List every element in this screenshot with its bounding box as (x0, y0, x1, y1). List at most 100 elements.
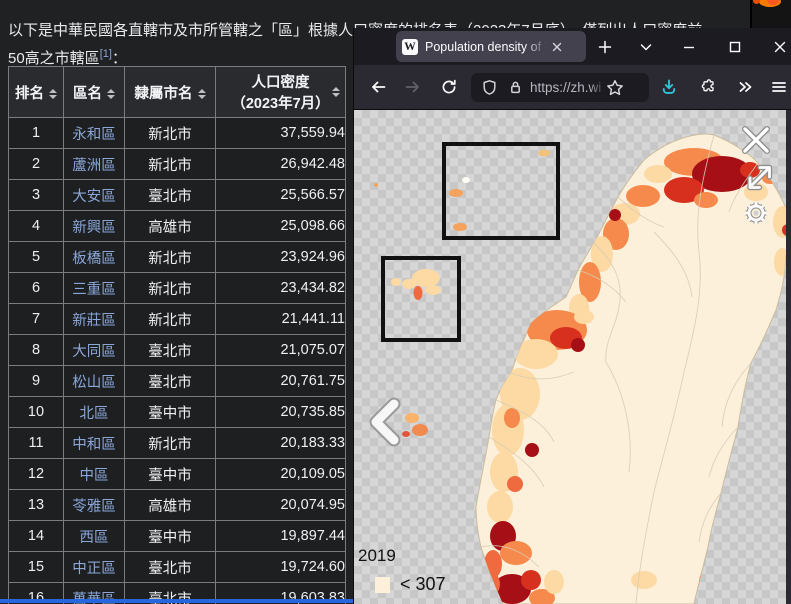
inset-box-kinmen-matsu (444, 144, 558, 238)
district-link[interactable]: 西區 (80, 530, 109, 546)
table-row: 14西區臺中市19,897.44 (9, 521, 346, 552)
taskbar-accent-line (0, 599, 357, 603)
city-cell: 新北市 (125, 428, 216, 459)
district-link[interactable]: 北區 (80, 406, 109, 422)
city-cell: 高雄市 (125, 211, 216, 242)
header-density[interactable]: 人口密度 （2023年7月） (216, 67, 346, 118)
table-row: 7 新莊區新北市21,441.11 (9, 304, 346, 335)
header-district[interactable]: 區名 (64, 67, 125, 118)
rank-cell: 10 (9, 397, 64, 428)
rank-cell: 13 (9, 490, 64, 521)
city-cell: 臺北市 (125, 335, 216, 366)
density-table-body: 1永和區新北市37,559.942蘆洲區新北市26,942.483大安區臺北市2… (9, 118, 346, 604)
map-settings-gear-icon[interactable] (746, 203, 767, 224)
table-row: 1永和區新北市37,559.94 (9, 118, 346, 149)
density-cell: 20,735.85 (216, 397, 346, 428)
legend-year: 2019 (358, 546, 396, 566)
wikipedia-favicon: W (402, 39, 418, 55)
density-ranking-table: 排名 區名 隸屬市名 人口密度 （2023年7月） 1永和區新北市37,559.… (8, 66, 346, 604)
vertical-scrollbar[interactable] (786, 110, 791, 604)
table-row: 5 板橋區新北市23,924.96 (9, 242, 346, 273)
district-link[interactable]: 中區 (80, 468, 109, 484)
district-link[interactable]: 松山區 (72, 375, 116, 391)
rank-cell: 5 (9, 242, 64, 273)
back-arrow-icon[interactable] (363, 72, 393, 102)
header-rank[interactable]: 排名 (9, 67, 64, 118)
download-icon[interactable] (654, 72, 684, 102)
intro-line2: 50高之市轄區 (8, 50, 100, 67)
district-link[interactable]: 中正區 (72, 561, 116, 577)
table-row: 10北區臺中市20,735.85 (9, 397, 346, 428)
district-link[interactable]: 大同區 (72, 344, 116, 360)
rank-cell: 2 (9, 149, 64, 180)
table-row: 8 大同區臺北市21,075.07 (9, 335, 346, 366)
intro-colon: ： (112, 50, 127, 67)
city-cell: 新北市 (125, 118, 216, 149)
reload-icon[interactable] (434, 72, 464, 102)
district-link[interactable]: 板橋區 (72, 251, 116, 267)
density-cell: 21,075.07 (216, 335, 346, 366)
density-cell: 19,724.60 (216, 552, 346, 583)
overflow-chevrons-icon[interactable] (730, 72, 760, 102)
city-cell: 新北市 (125, 149, 216, 180)
tab-list-chevron-icon[interactable] (632, 28, 660, 65)
forward-arrow-icon[interactable] (398, 72, 428, 102)
header-city[interactable]: 隸屬市名 (125, 67, 216, 118)
taiwan-density-map (354, 112, 786, 604)
rank-cell: 7 (9, 304, 64, 335)
lock-icon[interactable] (507, 79, 524, 96)
maximize-icon[interactable] (721, 28, 749, 65)
density-cell: 26,942.48 (216, 149, 346, 180)
city-cell: 新北市 (125, 242, 216, 273)
district-link[interactable]: 新莊區 (72, 313, 116, 329)
bookmark-star-icon[interactable] (606, 79, 624, 97)
city-cell: 新北市 (125, 273, 216, 304)
density-cell: 37,559.94 (216, 118, 346, 149)
table-row: 2 蘆洲區新北市26,942.48 (9, 149, 346, 180)
shield-icon[interactable] (481, 79, 498, 96)
table-row: 6三重區新北市23,434.82 (9, 273, 346, 304)
city-cell: 新北市 (125, 304, 216, 335)
table-row: 12中區臺中市20,109.05 (9, 459, 346, 490)
table-header-row: 排名 區名 隸屬市名 人口密度 （2023年7月） (9, 67, 346, 118)
rank-cell: 6 (9, 273, 64, 304)
table-row: 13苓雅區高雄市20,074.95 (9, 490, 346, 521)
district-link[interactable]: 蘆洲區 (72, 158, 116, 174)
hamburger-menu-icon[interactable] (764, 72, 791, 102)
rank-cell: 12 (9, 459, 64, 490)
extensions-puzzle-icon[interactable] (693, 72, 723, 102)
city-cell: 臺北市 (125, 552, 216, 583)
district-link[interactable]: 永和區 (72, 127, 116, 143)
rank-cell: 11 (9, 428, 64, 459)
rank-cell: 8 (9, 335, 64, 366)
rank-cell: 9 (9, 366, 64, 397)
district-link[interactable]: 新興區 (72, 220, 116, 236)
sort-icon (107, 89, 115, 99)
city-cell: 臺中市 (125, 459, 216, 490)
district-link[interactable]: 大安區 (72, 189, 116, 205)
url-bar[interactable]: https://zh.wi (471, 73, 649, 102)
density-cell: 21,441.11 (216, 304, 346, 335)
city-cell: 臺北市 (125, 366, 216, 397)
tab-close-icon[interactable] (549, 39, 565, 55)
reference-link[interactable]: [1] (100, 48, 112, 60)
district-link[interactable]: 中和區 (72, 437, 116, 453)
sort-icon (198, 89, 206, 99)
district-link[interactable]: 三重區 (72, 282, 116, 298)
table-row: 9松山區臺北市20,761.75 (9, 366, 346, 397)
minimize-icon[interactable] (675, 28, 703, 65)
city-cell: 高雄市 (125, 490, 216, 521)
density-cell: 23,924.96 (216, 242, 346, 273)
district-link[interactable]: 苓雅區 (72, 499, 116, 515)
new-tab-icon[interactable] (591, 28, 619, 65)
map-close-icon[interactable] (745, 129, 767, 151)
rank-cell: 15 (9, 552, 64, 583)
url-text: https://zh.wi (530, 80, 606, 95)
window-close-icon[interactable] (766, 28, 791, 65)
prev-chevron-icon[interactable] (376, 404, 394, 440)
browser-toolbar: https://zh.wi (354, 65, 791, 110)
legend-swatch (375, 577, 390, 593)
table-row: 11中和區新北市20,183.33 (9, 428, 346, 459)
browser-tab[interactable]: W Population density of Ta (396, 31, 586, 62)
table-row: 4新興區高雄市25,098.66 (9, 211, 346, 242)
